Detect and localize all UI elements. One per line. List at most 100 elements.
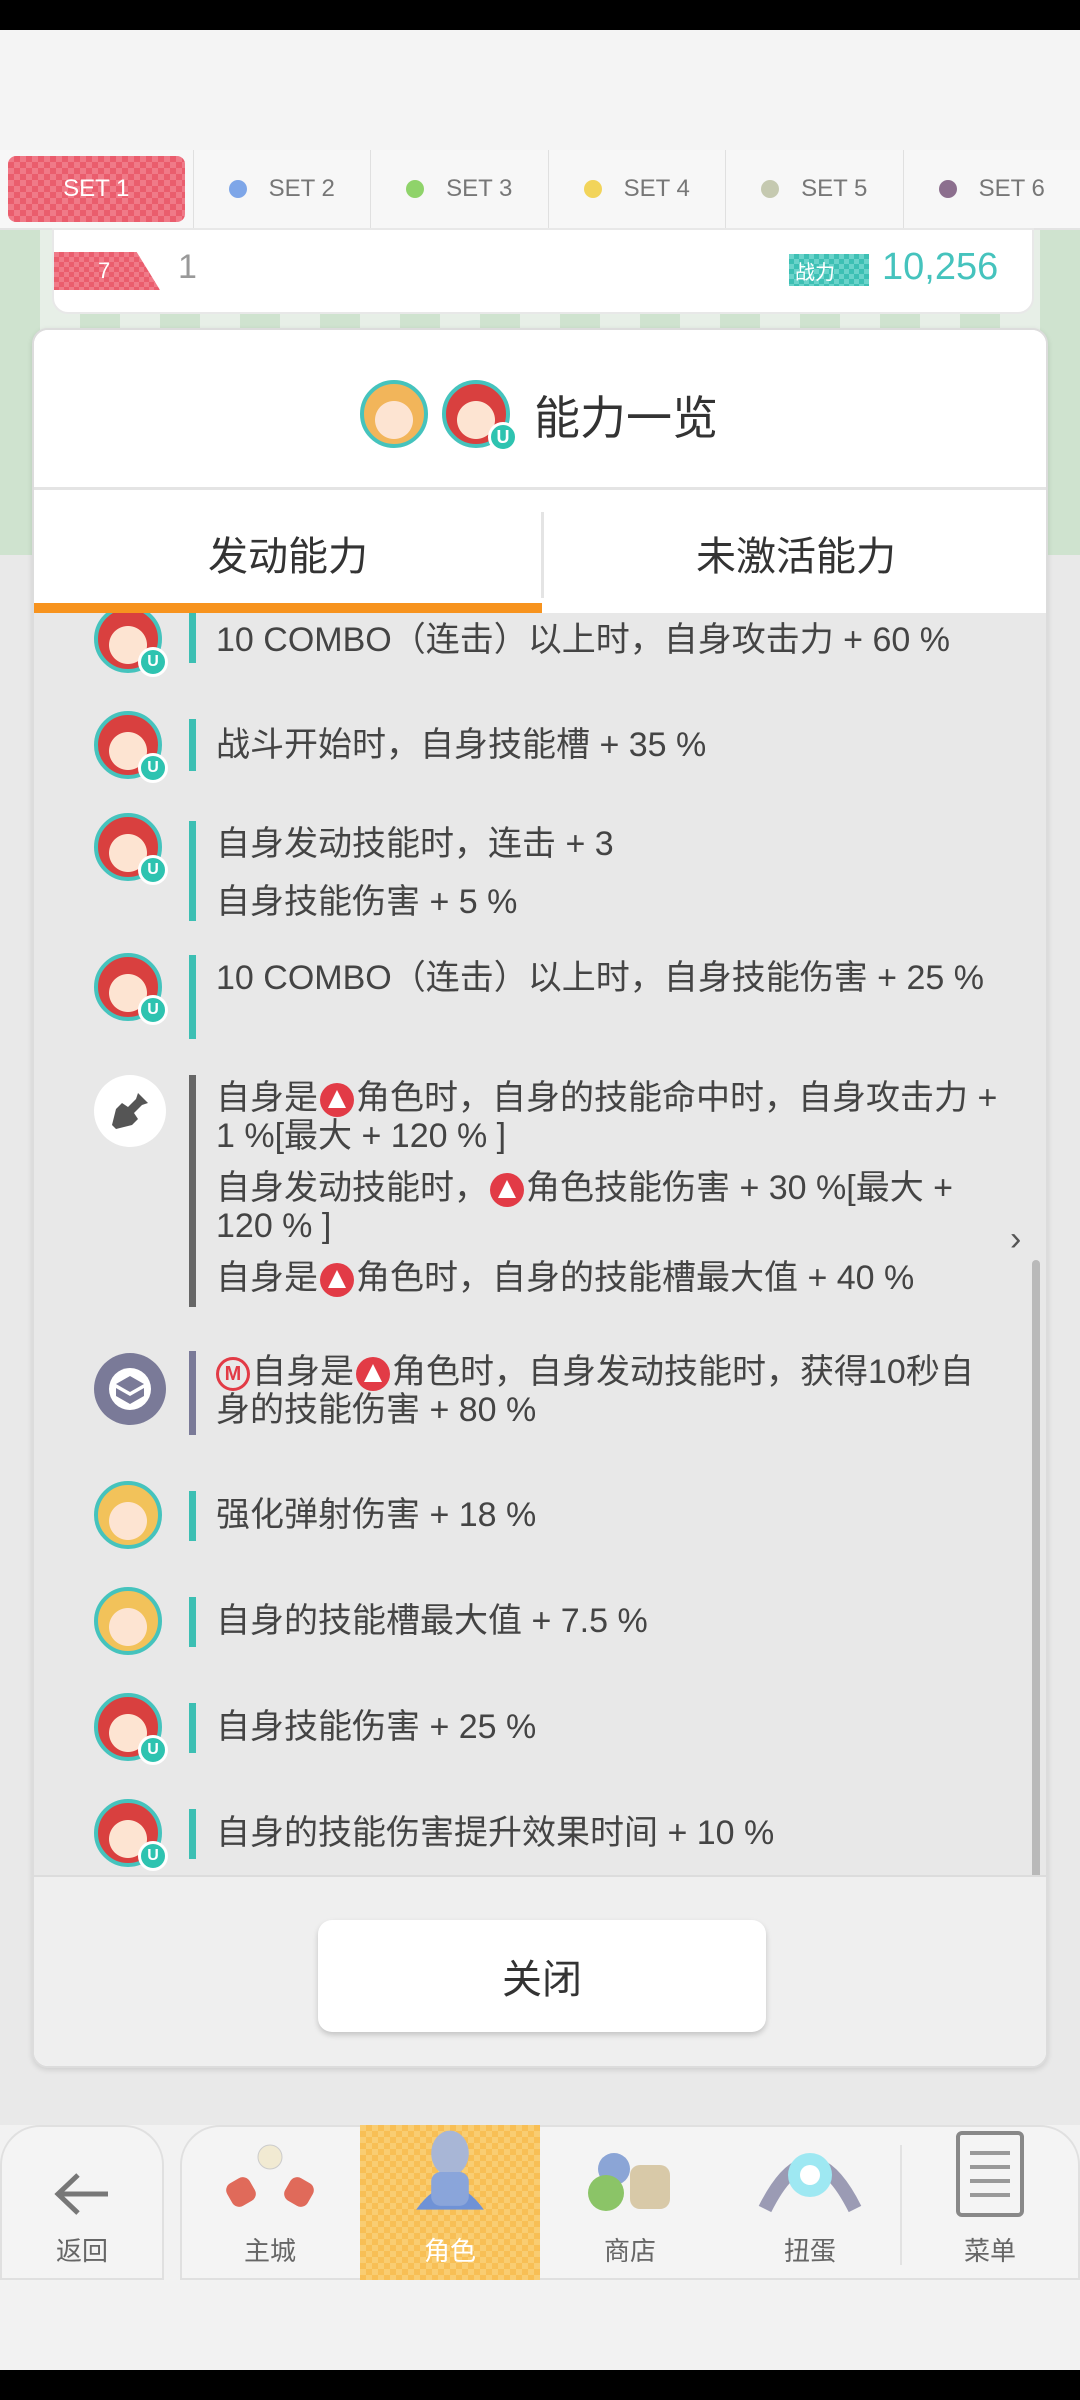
unison-badge-icon: U	[138, 1841, 168, 1871]
soul-box-icon	[94, 1353, 166, 1425]
ability-text: 10 COMBO（连击）以上时，自身技能伤害 + 25 %	[216, 959, 984, 997]
character-avatar-icon: U	[94, 1693, 168, 1765]
character-avatar-icon: U	[94, 613, 168, 677]
set-tab-4[interactable]: SET 4	[547, 150, 726, 228]
character-avatar-icon: U	[94, 711, 168, 783]
back-arrow-icon	[54, 2173, 108, 2215]
character-avatar-icon	[94, 1481, 162, 1549]
ability-accent-bar	[189, 955, 196, 1039]
weapon-pin-icon	[112, 1093, 148, 1129]
level-tag: 7	[54, 252, 160, 290]
soul-box-icon	[109, 1368, 151, 1410]
system-nav-bar	[0, 2370, 1080, 2400]
set-tab-3[interactable]: SET 3	[370, 150, 548, 228]
power-tag: 战力	[789, 254, 869, 286]
ability-text: 自身发动技能时，连击 + 3 自身技能伤害 + 5 %	[216, 825, 614, 921]
ability-list[interactable]: U 10 COMBO（连击）以上时，自身攻击力 + 60 % U 战斗开始时，自…	[34, 613, 1046, 1875]
party-info-strip: 7 1 战力 10,256	[52, 228, 1034, 314]
set-tab-1[interactable]: SET 1	[8, 156, 185, 222]
gacha-orb-icon	[758, 2153, 862, 2213]
level-value: 1	[178, 248, 197, 286]
nav-menu[interactable]: 菜单	[900, 2125, 1080, 2280]
set-tab-label: SET 1	[63, 175, 130, 202]
nav-label: 商店	[603, 2236, 656, 2266]
unison-badge-icon: U	[138, 1735, 168, 1765]
nav-label: 扭蛋	[783, 2236, 836, 2266]
mastery-icon: M	[216, 1357, 250, 1392]
set-tab-label: SET 6	[978, 175, 1045, 202]
ability-accent-bar	[189, 719, 196, 771]
character-avatar-icon: U	[94, 1799, 168, 1871]
set-color-dot-icon	[228, 180, 247, 198]
set-color-dot-icon	[761, 180, 780, 198]
ability-text: 强化弹射伤害 + 18 %	[216, 1496, 537, 1534]
ability-accent-bar	[189, 613, 196, 663]
chevron-right-icon[interactable]: ›	[1010, 1220, 1021, 1259]
nav-gacha[interactable]: 扭蛋	[720, 2125, 900, 2280]
character-avatar-icon	[360, 380, 428, 448]
ability-text: 自身技能伤害 + 25 %	[216, 1708, 537, 1746]
character-avatar-icon	[94, 1587, 162, 1655]
ability-accent-bar	[189, 1809, 196, 1859]
dialog-title: 能力一览	[534, 392, 718, 444]
set-tab-label: SET 2	[268, 175, 335, 202]
set-color-dot-icon	[938, 180, 957, 198]
menu-list-icon	[956, 2131, 1024, 2217]
ability-accent-bar	[189, 1351, 196, 1435]
ability-text: 战斗开始时，自身技能槽 + 35 %	[216, 726, 707, 764]
unison-badge-icon: U	[138, 753, 168, 783]
ability-text: 自身的技能伤害提升效果时间 + 10 %	[216, 1814, 775, 1852]
character-statue-icon	[416, 2130, 484, 2210]
set-tab-label: SET 4	[623, 175, 690, 202]
set-color-dot-icon	[406, 180, 425, 198]
set-tab-label: SET 3	[446, 175, 513, 202]
power-value: 10,256	[882, 246, 999, 288]
nav-home[interactable]: 主城	[180, 2125, 360, 2280]
shop-bag-icon	[588, 2153, 670, 2211]
set-tab-6[interactable]: SET 6	[902, 150, 1080, 228]
header-blank-area	[0, 30, 1080, 150]
nav-label: 返回	[55, 2236, 108, 2266]
nav-label: 角色	[423, 2236, 476, 2266]
element-fire-icon	[490, 1173, 524, 1208]
ability-accent-bar	[189, 821, 196, 921]
tab-divider	[541, 512, 544, 598]
nav-character[interactable]: 角色	[360, 2125, 540, 2280]
nav-label: 主城	[243, 2236, 296, 2266]
nav-shop[interactable]: 商店	[540, 2125, 720, 2280]
character-avatar-icon: U	[94, 953, 168, 1025]
tab-inactive-abilities[interactable]: 未激活能力	[542, 493, 1046, 613]
element-fire-icon	[320, 1083, 354, 1118]
ability-accent-bar	[189, 1703, 196, 1753]
unison-badge-icon: U	[138, 995, 168, 1025]
ability-list-dialog: U 能力一览 发动能力 未激活能力 U 10 COMBO（连击）以上时，自身攻击…	[32, 328, 1048, 2068]
system-status-bar	[0, 0, 1080, 30]
gesture-area	[0, 2280, 1080, 2370]
element-fire-icon	[320, 1263, 354, 1298]
set-tab-2[interactable]: SET 2	[192, 150, 371, 228]
close-button[interactable]: 关闭	[318, 1920, 766, 2032]
set-color-dot-icon	[583, 180, 602, 198]
unison-badge-icon: U	[138, 647, 168, 677]
element-fire-icon	[356, 1357, 390, 1392]
ability-text: 自身是 角色时，自身的技能命中时，自身攻击力 + 1 %[最大 + 120 % ]…	[216, 1079, 998, 1298]
set-tab-5[interactable]: SET 5	[725, 150, 903, 228]
character-avatar-icon: U	[94, 813, 168, 885]
nav-back-button[interactable]: 返回	[0, 2125, 164, 2280]
bottom-nav: 返回 主城 角色 商店 扭蛋 菜单	[0, 2125, 1080, 2280]
list-scrollbar[interactable]	[1032, 1260, 1040, 1920]
ability-text: M 自身是 角色时，自身发动技能时，获得10秒自身的技能伤害 + 80 %	[216, 1353, 974, 1430]
ability-accent-bar	[189, 1597, 196, 1647]
ability-text: 自身的技能槽最大值 + 7.5 %	[216, 1602, 648, 1640]
weapon-pin-icon	[94, 1075, 166, 1147]
castle-icon	[226, 2144, 314, 2207]
dialog-header: U 能力一览	[34, 330, 1046, 490]
nav-label: 菜单	[963, 2236, 1016, 2266]
unison-badge-icon: U	[488, 422, 518, 452]
ability-accent-bar	[189, 1075, 196, 1307]
ability-accent-bar	[189, 1491, 196, 1541]
ability-text: 10 COMBO（连击）以上时，自身攻击力 + 60 %	[216, 621, 950, 659]
unison-badge-icon: U	[138, 855, 168, 885]
set-tab-label: SET 5	[801, 175, 868, 202]
tab-active-abilities[interactable]: 发动能力	[34, 493, 542, 613]
